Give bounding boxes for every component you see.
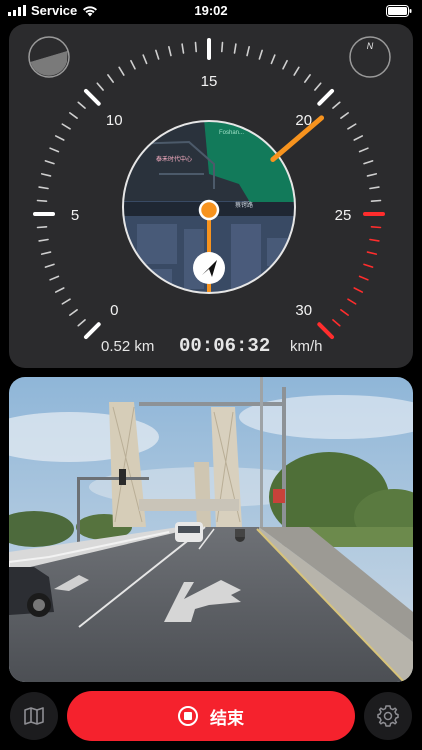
gauge-minor-tick	[314, 82, 322, 91]
gauge-minor-tick	[353, 135, 364, 141]
battery-icon	[386, 4, 412, 22]
gauge-minor-tick	[270, 54, 276, 65]
status-time: 19:02	[194, 3, 228, 18]
gauge-minor-tick	[258, 49, 263, 60]
camera-view	[9, 377, 413, 682]
stop-recording-button[interactable]: 结束	[67, 691, 355, 741]
gauge-minor-tick	[69, 112, 78, 119]
gauge-minor-tick	[363, 160, 374, 165]
distance-readout: 0.52 km	[101, 338, 155, 355]
stop-button-label: 结束	[210, 708, 244, 728]
gauge-minor-tick	[282, 59, 288, 70]
camera-scene	[9, 377, 413, 682]
gauge-minor-tick	[44, 263, 55, 268]
gauge-minor-tick	[44, 160, 55, 165]
compass-icon[interactable]: N	[349, 36, 391, 78]
speedometer-card: 051015202530 泰禾时代中心 蔡锷路 Foshan...	[9, 24, 413, 368]
gauge-minor-tick	[370, 225, 382, 229]
gauge-minor-tick	[370, 199, 382, 203]
gauge-minor-tick	[40, 251, 52, 255]
bottom-bar: 结束	[0, 686, 422, 750]
gauge-major-tick	[83, 88, 101, 106]
gauge-minor-tick	[366, 251, 378, 255]
gauge-label-10: 10	[106, 112, 123, 129]
gauge-minor-tick	[363, 263, 374, 268]
gauge-minor-tick	[61, 123, 71, 130]
gauge-minor-tick	[304, 74, 311, 83]
unit-label: km/h	[290, 338, 323, 355]
gauge-minor-tick	[40, 173, 52, 177]
status-bar: Service 19:02	[0, 0, 422, 22]
gauge-minor-tick	[340, 309, 349, 316]
gauge-minor-tick	[142, 54, 148, 65]
gauge-minor-tick	[347, 123, 357, 130]
gauge-minor-tick	[77, 101, 86, 109]
gauge-minor-tick	[194, 41, 198, 53]
gauge-minor-tick	[49, 275, 60, 281]
gauge-minor-tick	[36, 199, 48, 203]
minimap-road-label: 蔡锷路	[235, 201, 253, 209]
gauge-minor-tick	[332, 101, 341, 109]
map-icon	[24, 707, 44, 725]
gauge-minor-tick	[107, 74, 114, 83]
speedometer-gauge: 051015202530 泰禾时代中心 蔡锷路 Foshan... N	[28, 36, 391, 340]
gauge-minor-tick	[340, 112, 349, 119]
gauge-minor-tick	[366, 173, 378, 177]
gauge-minor-tick	[369, 186, 380, 190]
gauge-minor-tick	[155, 49, 160, 60]
gauge-major-tick	[317, 88, 335, 106]
stop-icon	[178, 706, 198, 726]
gauge-minor-tick	[38, 186, 49, 190]
gauge-minor-tick	[332, 319, 341, 327]
gauge-minor-tick	[36, 225, 48, 229]
gauge-label-15: 15	[201, 73, 218, 90]
gauge-minor-tick	[77, 319, 86, 327]
gauge-minor-tick	[220, 41, 224, 53]
level-indicator-icon[interactable]	[28, 36, 70, 78]
minimap-poi-label: 泰禾时代中心	[156, 155, 192, 163]
gauge-label-0: 0	[110, 302, 118, 319]
navigation-arrow-icon[interactable]	[193, 252, 225, 284]
gauge-minor-tick	[96, 82, 104, 91]
location-marker	[198, 199, 220, 221]
gauge-minor-tick	[293, 66, 300, 76]
minimap-area-label: Foshan...	[219, 130, 244, 136]
compass-label: N	[367, 41, 374, 51]
gauge-minor-tick	[54, 135, 65, 141]
map-button[interactable]	[10, 692, 58, 740]
settings-button[interactable]	[364, 692, 412, 740]
gauge-minor-tick	[181, 43, 185, 54]
gauge-minor-tick	[118, 66, 125, 76]
gear-icon	[377, 705, 399, 727]
gauge-minor-tick	[49, 147, 60, 153]
gauge-minor-tick	[353, 287, 364, 293]
gauge-minor-tick	[246, 45, 250, 57]
gauge-label-5: 5	[71, 207, 79, 224]
gauge-minor-tick	[347, 298, 357, 305]
gauge-minor-tick	[130, 59, 136, 70]
gauge-minor-tick	[54, 287, 65, 293]
gauge-major-tick	[83, 322, 101, 340]
gauge-minor-tick	[69, 309, 78, 316]
duration-readout: 00:06:32	[179, 335, 271, 357]
gauge-minor-tick	[358, 275, 369, 281]
gauge-minor-tick	[38, 238, 49, 242]
gauge-label-25: 25	[335, 207, 352, 224]
gauge-minor-tick	[233, 43, 237, 54]
gauge-label-30: 30	[295, 302, 312, 319]
gauge-minor-tick	[369, 238, 380, 242]
gauge-minor-tick	[358, 147, 369, 153]
gauge-major-tick	[317, 322, 335, 340]
gauge-minor-tick	[168, 45, 172, 57]
gauge-minor-tick	[61, 298, 71, 305]
